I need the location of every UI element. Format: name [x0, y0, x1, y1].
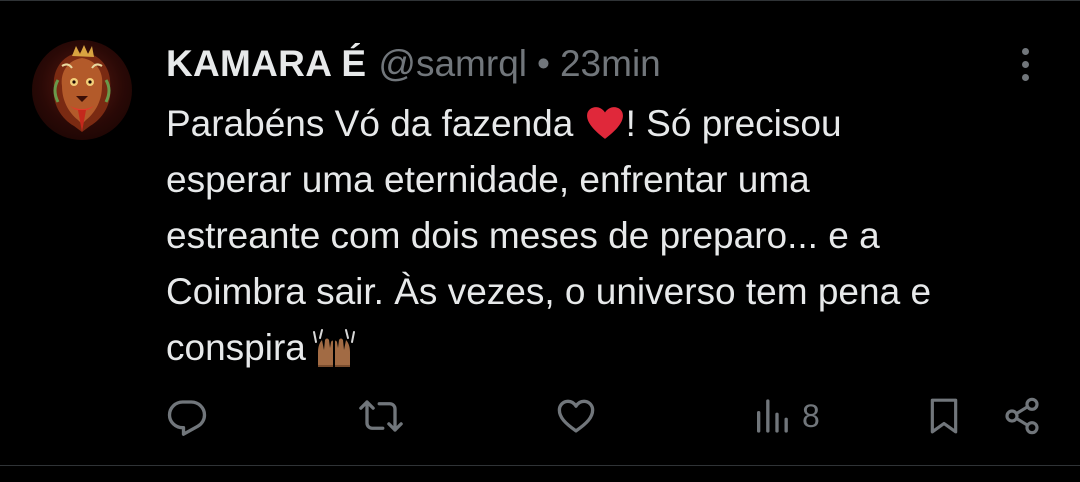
- tweet-line-4: Coimbra sair. Às vezes, o universo tem p…: [166, 271, 932, 312]
- tweet-line-5: conspira: [166, 320, 1046, 376]
- bookmark-icon: [930, 398, 958, 434]
- views-icon: [757, 399, 788, 433]
- tweet-text-segment: Parabéns Vó da fazenda: [166, 103, 574, 144]
- views-button[interactable]: 8: [752, 388, 820, 444]
- tweet-text-segment: conspira: [166, 327, 306, 368]
- like-button[interactable]: [555, 388, 597, 444]
- avatar[interactable]: [32, 40, 132, 140]
- timestamp[interactable]: 23min: [560, 43, 661, 85]
- tweet-text: Parabéns Vó da fazenda ! Só precisou esp…: [166, 96, 1046, 376]
- bottom-divider: [0, 465, 1080, 466]
- views-count: 8: [802, 397, 820, 434]
- share-icon: [1005, 397, 1039, 435]
- more-options-icon[interactable]: [1010, 44, 1040, 84]
- reply-icon: [167, 400, 207, 436]
- separator-dot: •: [537, 43, 550, 84]
- tweet-line-2: esperar uma eternidade, enfrentar uma: [166, 159, 810, 200]
- tweet-line-1: Parabéns Vó da fazenda ! Só precisou: [166, 96, 1046, 152]
- action-bar: 8: [0, 388, 1080, 444]
- retweet-icon: [359, 400, 403, 432]
- tweet-header: KAMARA É @samrql • 23min: [166, 40, 661, 88]
- author-name[interactable]: KAMARA É: [166, 43, 366, 85]
- reply-button[interactable]: [166, 388, 208, 444]
- raising-hands-icon: [312, 329, 355, 367]
- bookmark-button[interactable]: [924, 388, 964, 444]
- red-heart-icon: [586, 107, 623, 139]
- top-divider: [0, 0, 1080, 1]
- author-handle[interactable]: @samrql: [378, 43, 527, 85]
- tweet-text-segment: ! Só precisou: [625, 103, 842, 144]
- like-icon: [557, 399, 595, 433]
- share-button[interactable]: [1002, 388, 1042, 444]
- retweet-button[interactable]: [358, 388, 404, 444]
- avatar-image: [53, 45, 111, 132]
- tweet-line-3: estreante com dois meses de preparo... e…: [166, 215, 880, 256]
